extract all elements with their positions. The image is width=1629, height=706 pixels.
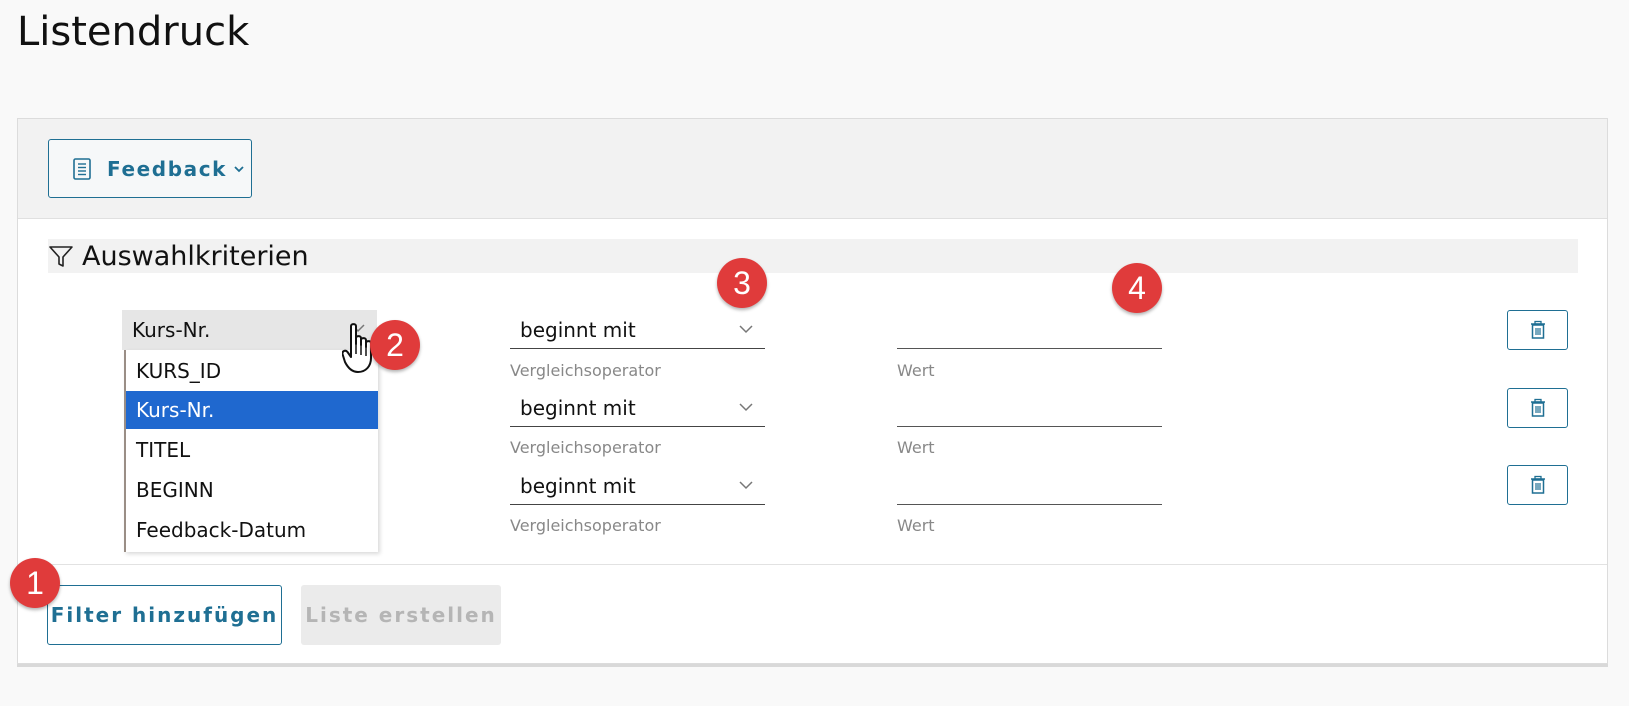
field-select-row-1[interactable]: Kurs-Nr. xyxy=(122,310,377,350)
field-option-feedback-datum[interactable]: Feedback-Datum xyxy=(126,511,378,549)
operator-value: beginnt mit xyxy=(520,395,636,420)
delete-filter-button-row-2[interactable] xyxy=(1507,388,1568,428)
operator-hint: Vergleichsoperator xyxy=(510,438,661,457)
footer-divider xyxy=(18,564,1607,565)
delete-filter-button-row-3[interactable] xyxy=(1507,465,1568,505)
operator-value: beginnt mit xyxy=(520,317,636,342)
operator-value: beginnt mit xyxy=(520,473,636,498)
value-hint: Wert xyxy=(897,361,935,380)
card-header: Feedback xyxy=(18,119,1607,219)
step-badge-3: 3 xyxy=(717,258,767,308)
create-list-button[interactable]: Liste erstellen xyxy=(301,585,501,645)
step-badge-1: 1 xyxy=(10,558,60,608)
value-hint: Wert xyxy=(897,516,935,535)
step-badge-4: 4 xyxy=(1112,263,1162,313)
field-option-kurs-id[interactable]: KURS_ID xyxy=(126,352,378,390)
step-badge-2: 2 xyxy=(370,320,420,370)
value-input-row-1[interactable] xyxy=(897,311,1162,349)
operator-select-row-2[interactable]: beginnt mit xyxy=(510,389,765,427)
field-option-titel[interactable]: TITEL xyxy=(126,431,378,469)
operator-select-row-3[interactable]: beginnt mit xyxy=(510,467,765,505)
add-filter-button[interactable]: Filter hinzufügen xyxy=(47,585,282,645)
chevron-down-icon xyxy=(739,481,753,490)
criteria-title: Auswahlkriterien xyxy=(82,240,309,272)
report-type-label: Feedback xyxy=(107,156,228,181)
field-select-value: Kurs-Nr. xyxy=(132,318,211,342)
field-option-kurs-nr[interactable]: Kurs-Nr. xyxy=(126,391,378,429)
trash-icon xyxy=(1530,320,1545,339)
operator-select-row-1[interactable]: beginnt mit xyxy=(510,311,765,349)
criteria-header: Auswahlkriterien xyxy=(48,239,1578,273)
delete-filter-button-row-1[interactable] xyxy=(1507,310,1568,350)
document-list-icon xyxy=(73,157,91,180)
filter-funnel-icon xyxy=(49,246,73,267)
chevron-down-icon xyxy=(234,165,244,172)
chevron-down-icon xyxy=(739,403,753,412)
operator-hint: Vergleichsoperator xyxy=(510,361,661,380)
report-type-dropdown[interactable]: Feedback xyxy=(48,139,252,198)
chevron-down-icon xyxy=(739,325,753,334)
field-options-listbox: KURS_ID Kurs-Nr. TITEL BEGINN Feedback-D… xyxy=(124,350,378,552)
value-input-row-2[interactable] xyxy=(897,389,1162,427)
field-option-beginn[interactable]: BEGINN xyxy=(126,471,378,509)
operator-hint: Vergleichsoperator xyxy=(510,516,661,535)
value-hint: Wert xyxy=(897,438,935,457)
page-title: Listendruck xyxy=(17,9,250,55)
value-input-row-3[interactable] xyxy=(897,467,1162,505)
trash-icon xyxy=(1530,398,1545,417)
trash-icon xyxy=(1530,475,1545,494)
